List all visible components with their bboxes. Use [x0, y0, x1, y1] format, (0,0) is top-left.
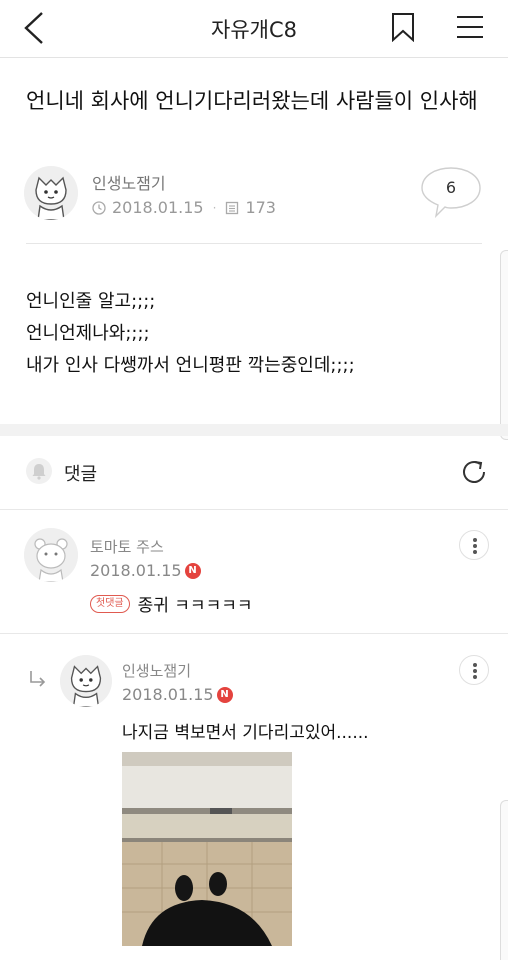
comment-text: 종귀 ㅋㅋㅋㅋㅋ	[137, 596, 253, 616]
views-icon	[226, 201, 239, 214]
hamburger-icon[interactable]	[455, 14, 485, 40]
avatar[interactable]	[24, 528, 78, 582]
comment-count-button[interactable]: 6	[420, 166, 482, 219]
refresh-icon[interactable]	[458, 456, 490, 488]
post-meta: 2018.01.15 · 173	[92, 198, 276, 217]
view-count: 173	[245, 198, 276, 217]
comment-date: 2018.01.15	[122, 685, 214, 704]
new-badge: N	[184, 562, 201, 579]
body-line: 언니인줄 알고;;;;	[26, 291, 156, 312]
divider	[0, 633, 508, 634]
post-title: 언니네 회사에 언니기다리러왔는데 사람들이 인사해	[26, 89, 478, 113]
bell-icon[interactable]	[26, 458, 52, 484]
more-options-icon[interactable]	[459, 655, 489, 685]
body-line: 언니언제나와;;;;	[26, 323, 150, 344]
comment-author[interactable]: 인생노잼기	[122, 660, 191, 681]
comment-text-row: 나지금 벽보면서 기다리고있어......	[122, 718, 369, 743]
comment-count: 6	[445, 178, 457, 197]
section-gap	[0, 424, 508, 436]
post-date: 2018.01.15	[112, 198, 204, 217]
scrollbar[interactable]	[500, 800, 508, 960]
reply-arrow-icon	[30, 671, 46, 687]
clock-icon	[92, 200, 106, 215]
bookmark-icon[interactable]	[390, 12, 416, 42]
comment-photo[interactable]	[122, 752, 292, 946]
meta-separator: ·	[212, 200, 217, 215]
comment-text-row: 첫댓글 종귀 ㅋㅋㅋㅋㅋ	[90, 591, 253, 616]
avatar[interactable]	[24, 166, 78, 220]
top-bar: 자유개C8	[0, 0, 508, 58]
comment-author[interactable]: 토마토 주스	[90, 536, 164, 557]
author-name[interactable]: 인생노잼기	[92, 170, 166, 194]
more-options-icon[interactable]	[459, 530, 489, 560]
first-comment-badge: 첫댓글	[90, 594, 130, 613]
comment-date-row: 2018.01.15 N	[122, 685, 233, 704]
comment-date-row: 2018.01.15 N	[90, 561, 201, 580]
comments-label: 댓글	[64, 464, 98, 485]
divider	[26, 243, 482, 244]
comment-text: 나지금 벽보면서 기다리고있어......	[122, 723, 369, 743]
avatar[interactable]	[60, 655, 112, 707]
post-body: 언니인줄 알고;;;; 언니언제나와;;;; 내가 인사 다쌩까서 언니평판 깍…	[26, 286, 486, 382]
scrollbar[interactable]	[500, 250, 508, 440]
comments-header: 댓글	[0, 436, 508, 510]
new-badge: N	[216, 686, 233, 703]
comment-date: 2018.01.15	[90, 561, 182, 580]
body-line: 내가 인사 다쌩까서 언니평판 깍는중인데;;;;	[26, 355, 355, 376]
page-title: 자유개C8	[211, 18, 297, 42]
